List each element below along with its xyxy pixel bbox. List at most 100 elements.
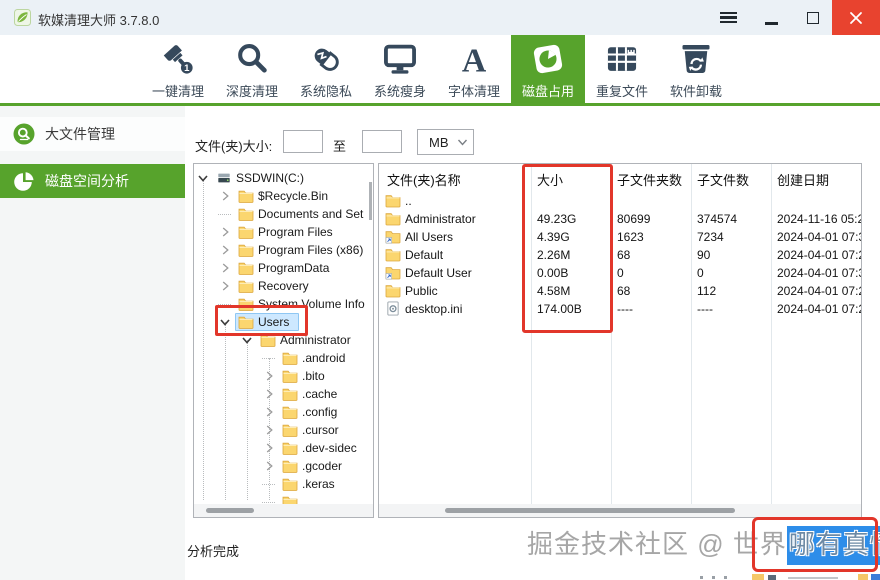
folder-icon xyxy=(238,279,254,293)
toolbar-item-label: 深度清理 xyxy=(225,84,278,99)
chevron-closed-icon[interactable] xyxy=(218,243,232,257)
column-header-subfiles[interactable]: 子文件数 xyxy=(697,170,749,189)
tree-node-.keras[interactable]: .keras xyxy=(194,475,373,493)
toolbar-item-font-clean[interactable]: A 字体清理 xyxy=(437,35,511,103)
cell-created: 2024-04-01 07:33 xyxy=(777,266,861,280)
folder-icon xyxy=(282,459,298,473)
tree-node-.cursor[interactable]: .cursor xyxy=(194,421,373,439)
toolbar-item-label: 字体清理 xyxy=(447,84,500,99)
table-row-desktop.ini[interactable]: desktop.ini 174.00B ---- ---- 2024-04-01… xyxy=(379,300,861,318)
toolbar-item-system-privacy[interactable]: 系统隐私 xyxy=(289,35,363,103)
tree-node-.dev-sidec[interactable]: .dev-sidec xyxy=(194,439,373,457)
table-row-..[interactable]: .. xyxy=(379,192,861,210)
tree-node-Program Files[interactable]: Program Files xyxy=(194,223,373,241)
table-row-Default[interactable]: Default 2.26M 68 90 2024-04-01 07:21 xyxy=(379,246,861,264)
tree-node-label: .cache xyxy=(302,387,338,401)
column-header-name[interactable]: 文件(夹)名称 xyxy=(387,170,461,189)
bottom-edge-fragment xyxy=(871,574,880,580)
toolbar-item-duplicate-files[interactable]: 重复文件 xyxy=(585,35,659,103)
tree-node-Program Files (x86)[interactable]: Program Files (x86) xyxy=(194,241,373,259)
chevron-closed-icon[interactable] xyxy=(218,225,232,239)
tree-node-label: ProgramData xyxy=(258,261,330,275)
bottom-edge-fragment xyxy=(712,576,715,579)
tree-node-.bito[interactable]: .bito xyxy=(194,367,373,385)
cell-name: .. xyxy=(405,194,412,208)
toolbar-item-label: 一键清理 xyxy=(151,84,204,99)
sidebar-item-disk-space-analysis[interactable]: 磁盘空间分析 xyxy=(0,164,185,198)
tree-node-label: .gcoder xyxy=(302,459,343,473)
cell-size: 174.00B xyxy=(537,302,582,316)
chevron-closed-icon[interactable] xyxy=(218,261,232,275)
magnifier-icon xyxy=(234,41,270,82)
table-row-Default User[interactable]: Default User 0.00B 0 0 2024-04-01 07:33 xyxy=(379,264,861,282)
size-min-input[interactable] xyxy=(283,130,323,153)
disk-pie-icon xyxy=(530,41,566,82)
table-row-All Users[interactable]: All Users 4.39G 1623 7234 2024-04-01 07:… xyxy=(379,228,861,246)
minimize-button[interactable] xyxy=(752,0,790,35)
tree-node-SSDWIN(C:)[interactable]: SSDWIN(C:) xyxy=(194,169,373,187)
monitor-icon xyxy=(382,41,418,82)
table-row-Public[interactable]: Public 4.58M 68 112 2024-04-01 07:26 xyxy=(379,282,861,300)
tree-node-.android[interactable]: .android xyxy=(194,349,373,367)
tree-node-System Volume Info[interactable]: System Volume Info xyxy=(194,295,373,313)
toolbar: 1 一键清理 深度清理 系统隐私 系统瘦身 A 字体清理 磁盘占用 重复文件 软件… xyxy=(0,35,880,106)
menu-button[interactable] xyxy=(710,0,746,35)
cell-subfiles: 90 xyxy=(697,248,711,262)
cell-created: 2024-04-01 07:26 xyxy=(777,284,861,298)
column-header-subfolders[interactable]: 子文件夹数 xyxy=(617,170,682,189)
chevron-closed-icon[interactable] xyxy=(262,387,276,401)
chevron-open-icon[interactable] xyxy=(196,171,210,185)
table-row-Administrator[interactable]: Administrator 49.23G 80699 374574 2024-1… xyxy=(379,210,861,228)
tree-node-Documents and Set[interactable]: Documents and Set xyxy=(194,205,373,223)
tree-node-$Recycle.Bin[interactable]: $Recycle.Bin xyxy=(194,187,373,205)
toolbar-item-one-click-clean[interactable]: 1 一键清理 xyxy=(141,35,215,103)
pill-icon xyxy=(308,41,344,82)
maximize-button[interactable] xyxy=(794,0,832,35)
tree-node-ProgramData[interactable]: ProgramData xyxy=(194,259,373,277)
close-button[interactable] xyxy=(832,0,880,35)
table-hscroll-thumb[interactable] xyxy=(445,508,735,513)
folder-icon xyxy=(385,247,401,262)
chevron-closed-icon[interactable] xyxy=(218,189,232,203)
tree-vertical-scrollbar[interactable] xyxy=(369,182,372,220)
chevron-closed-icon[interactable] xyxy=(218,279,232,293)
table-horizontal-scrollbar[interactable] xyxy=(379,504,861,517)
cell-name: Administrator xyxy=(405,212,476,226)
tree-node-.config[interactable]: .config xyxy=(194,403,373,421)
tree-node-Administrator[interactable]: Administrator xyxy=(194,331,373,349)
chevron-open-icon[interactable] xyxy=(218,315,232,329)
unit-select[interactable]: MB xyxy=(417,129,474,155)
tree-horizontal-scrollbar[interactable] xyxy=(194,504,373,517)
sidebar-item-big-file-manager[interactable]: 大文件管理 xyxy=(0,117,185,151)
toolbar-item-deep-clean[interactable]: 深度清理 xyxy=(215,35,289,103)
toolbar-item-disk-usage[interactable]: 磁盘占用 xyxy=(511,35,585,103)
toolbar-item-software-uninstall[interactable]: 软件卸载 xyxy=(659,35,733,103)
tree-node-label: .keras xyxy=(302,477,335,491)
tree-node-.cache[interactable]: .cache xyxy=(194,385,373,403)
chevron-closed-icon[interactable] xyxy=(262,369,276,383)
chevron-closed-icon[interactable] xyxy=(262,441,276,455)
tree-node-Recovery[interactable]: Recovery xyxy=(194,277,373,295)
cell-created: 2024-04-01 07:26 xyxy=(777,302,861,316)
chevron-closed-icon[interactable] xyxy=(262,405,276,419)
tree-node-label: SSDWIN(C:) xyxy=(236,171,304,185)
cell-created: 2024-11-16 05:24 xyxy=(777,212,862,226)
chevron-closed-icon[interactable] xyxy=(262,423,276,437)
folder-icon xyxy=(238,315,254,329)
minimize-icon xyxy=(764,22,778,25)
font-a-icon: A xyxy=(456,41,492,82)
status-text: 分析完成 xyxy=(187,544,240,559)
chevron-closed-icon[interactable] xyxy=(262,459,276,473)
tree-node-.gcoder[interactable]: .gcoder xyxy=(194,457,373,475)
tree-guide-stub xyxy=(262,502,275,503)
tree-node-Users[interactable]: Users xyxy=(194,313,373,331)
tree-node-label: .dev-sidec xyxy=(302,441,357,455)
tree-hscroll-thumb[interactable] xyxy=(206,508,254,513)
column-header-size[interactable]: 大小 xyxy=(537,170,563,189)
toolbar-item-system-slim[interactable]: 系统瘦身 xyxy=(363,35,437,103)
column-header-created[interactable]: 创建日期 xyxy=(777,170,829,189)
toolbar-item-label: 重复文件 xyxy=(595,84,648,99)
size-max-input[interactable] xyxy=(362,130,402,153)
chevron-open-icon[interactable] xyxy=(240,333,254,347)
folder-icon xyxy=(238,261,254,275)
